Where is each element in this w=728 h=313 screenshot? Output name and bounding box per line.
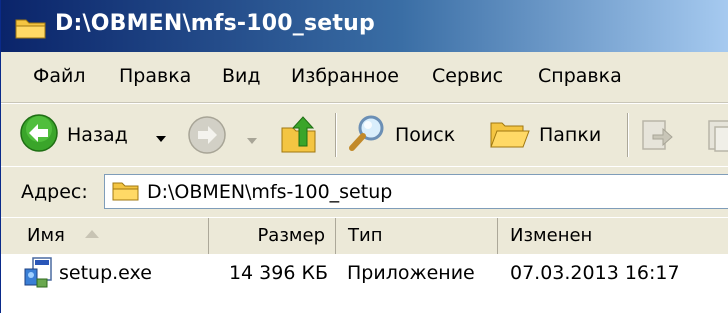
menu-view[interactable]: Вид bbox=[222, 65, 261, 87]
address-bar: Адрес: D:\OBMEN\mfs-100_setup bbox=[1, 166, 728, 218]
file-modified: 07.03.2013 16:17 bbox=[510, 262, 680, 284]
back-button[interactable]: Назад bbox=[19, 104, 128, 166]
back-arrow-icon bbox=[19, 113, 59, 157]
search-icon bbox=[347, 113, 387, 157]
back-dropdown-icon[interactable] bbox=[156, 129, 166, 148]
up-folder-icon[interactable] bbox=[279, 114, 321, 160]
folders-label: Папки bbox=[539, 124, 602, 146]
toolbar-separator bbox=[627, 113, 629, 157]
address-value: D:\OBMEN\mfs-100_setup bbox=[147, 181, 393, 203]
toolbar-separator bbox=[335, 113, 337, 157]
window-title: D:\OBMEN\mfs-100_setup bbox=[55, 11, 375, 36]
address-field[interactable]: D:\OBMEN\mfs-100_setup bbox=[104, 174, 728, 209]
forward-arrow-icon[interactable] bbox=[187, 115, 227, 159]
column-type-label: Тип bbox=[348, 225, 383, 246]
move-to-icon[interactable] bbox=[639, 117, 675, 157]
file-type: Приложение bbox=[347, 262, 475, 284]
menu-tools[interactable]: Сервис bbox=[432, 65, 503, 87]
column-modified-label: Изменен bbox=[510, 225, 593, 246]
menu-edit[interactable]: Правка bbox=[119, 65, 191, 87]
copy-to-icon[interactable] bbox=[707, 117, 728, 157]
sort-ascending-icon bbox=[85, 230, 99, 238]
search-label: Поиск bbox=[395, 124, 456, 146]
file-size: 14 396 КБ bbox=[228, 262, 328, 284]
address-label: Адрес: bbox=[21, 181, 88, 203]
list-item[interactable]: setup.exe 14 396 КБ Приложение 07.03.201… bbox=[1, 254, 728, 290]
column-name-label: Имя bbox=[27, 225, 65, 246]
file-list: setup.exe 14 396 КБ Приложение 07.03.201… bbox=[1, 254, 728, 313]
setup-exe-icon bbox=[23, 257, 57, 293]
toolbar: Назад Поиск Папки bbox=[1, 103, 728, 167]
search-button[interactable]: Поиск bbox=[347, 104, 455, 166]
menu-favorites[interactable]: Избранное bbox=[291, 65, 399, 87]
column-header-modified[interactable]: Изменен bbox=[498, 218, 728, 254]
menu-file[interactable]: Файл bbox=[33, 65, 86, 87]
forward-dropdown-icon[interactable] bbox=[247, 131, 257, 150]
title-bar[interactable]: D:\OBMEN\mfs-100_setup bbox=[1, 0, 728, 52]
folder-icon bbox=[15, 16, 47, 44]
folder-icon bbox=[112, 180, 140, 206]
folders-icon bbox=[489, 113, 531, 157]
column-size-label: Размер bbox=[257, 225, 325, 246]
menu-bar: Файл Правка Вид Избранное Сервис Справка bbox=[1, 52, 728, 103]
folders-button[interactable]: Папки bbox=[489, 104, 601, 166]
back-label: Назад bbox=[67, 124, 128, 146]
column-header-name[interactable]: Имя bbox=[1, 218, 209, 254]
file-name: setup.exe bbox=[59, 262, 152, 284]
explorer-window: D:\OBMEN\mfs-100_setup Файл Правка Вид И… bbox=[0, 0, 728, 313]
column-header-type[interactable]: Тип bbox=[336, 218, 498, 254]
column-header-size[interactable]: Размер bbox=[209, 218, 336, 254]
menu-help[interactable]: Справка bbox=[538, 65, 622, 87]
list-header: Имя Размер Тип Изменен bbox=[1, 217, 728, 255]
